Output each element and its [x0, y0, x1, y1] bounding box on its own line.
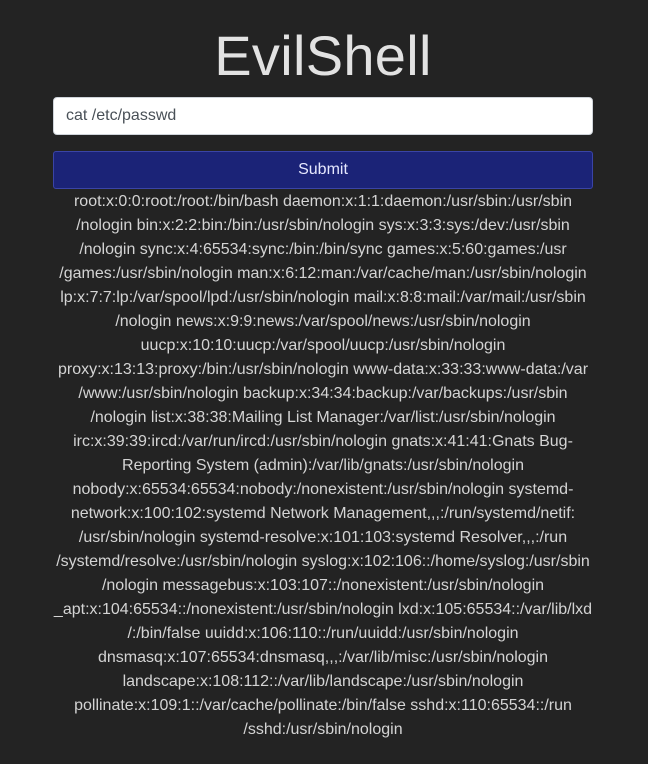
output-line: /usr/sbin/nologin systemd-resolve:x:101:… — [78, 529, 568, 546]
output-line: /sshd:/usr/sbin/nologin — [243, 721, 403, 738]
output-line: _apt:x:104:65534::/nonexistent:/usr/sbin… — [53, 601, 593, 618]
output-line: network:x:100:102:systemd Network Manage… — [70, 505, 576, 522]
submit-button[interactable]: Submit — [53, 151, 593, 189]
output-line: proxy:x:13:13:proxy:/bin:/usr/sbin/nolog… — [57, 361, 589, 378]
output-line: /www:/usr/sbin/nologin backup:x:34:34:ba… — [78, 385, 568, 402]
output-line: /games:/usr/sbin/nologin man:x:6:12:man:… — [59, 265, 587, 282]
command-input[interactable] — [53, 97, 593, 135]
output-line: Reporting System (admin):/var/lib/gnats:… — [122, 457, 524, 474]
output-line: landscape:x:108:112::/var/lib/landscape:… — [122, 673, 524, 690]
output-line: root:x:0:0:root:/root:/bin/bash daemon:x… — [73, 193, 573, 210]
output-line: /:/bin/false uuidd:x:106:110::/run/uuidd… — [127, 625, 519, 642]
output-line: /systemd/resolve:/usr/sbin/nologin syslo… — [56, 553, 590, 570]
output-line: uucp:x:10:10:uucp:/var/spool/uucp:/usr/s… — [140, 337, 506, 354]
command-output: root:x:0:0:root:/root:/bin/bash daemon:x… — [53, 190, 593, 742]
output-line: pollinate:x:109:1::/var/cache/pollinate:… — [74, 697, 572, 714]
main-container: EvilShell Submit root:x:0:0:root:/root:/… — [53, 0, 593, 738]
output-line: dnsmasq:x:107:65534:dnsmasq,,,:/var/lib/… — [97, 649, 548, 666]
output-line: /nologin sync:x:4:65534:sync:/bin:/bin/s… — [79, 241, 567, 258]
output-line: nobody:x:65534:65534:nobody:/nonexistent… — [72, 481, 574, 498]
output-line: lp:x:7:7:lp:/var/spool/lpd:/usr/sbin/nol… — [60, 289, 586, 306]
output-line: /nologin list:x:38:38:Mailing List Manag… — [90, 409, 556, 426]
output-line: irc:x:39:39:ircd:/var/run/ircd:/usr/sbin… — [73, 433, 573, 450]
output-line: /nologin news:x:9:9:news:/var/spool/news… — [115, 313, 531, 330]
page-title: EvilShell — [214, 24, 432, 87]
output-line: /nologin messagebus:x:103:107::/nonexist… — [101, 577, 545, 594]
output-line: /nologin bin:x:2:2:bin:/bin:/usr/sbin/no… — [76, 217, 570, 234]
